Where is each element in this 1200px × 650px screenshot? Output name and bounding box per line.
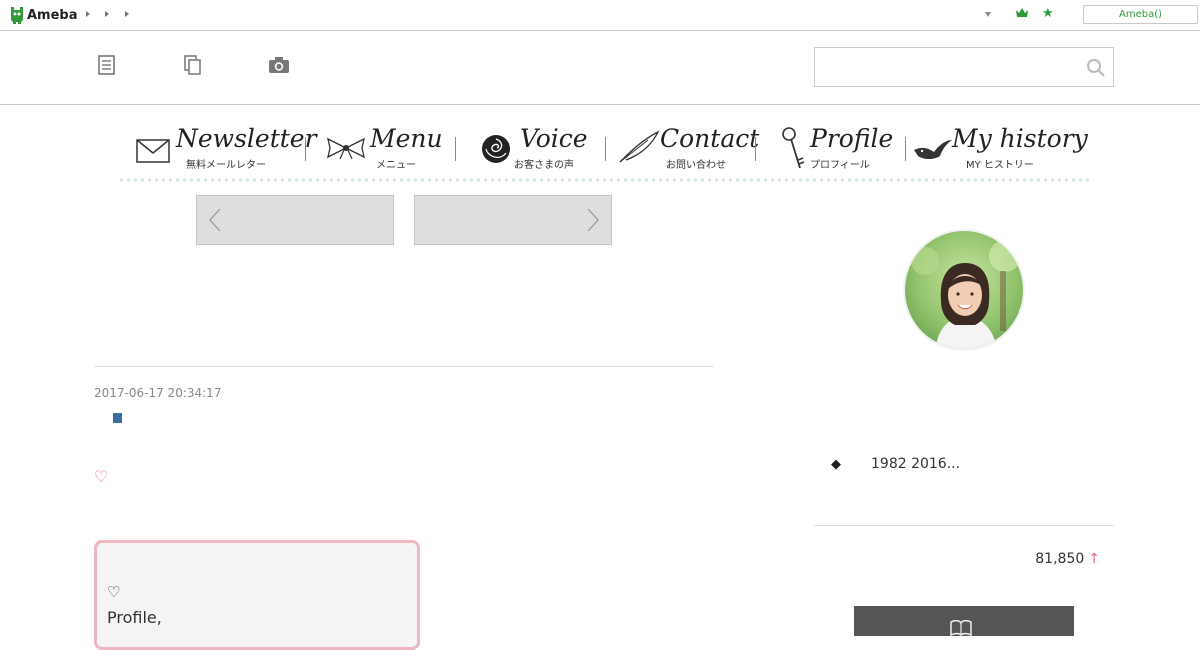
ameba-account-button[interactable]: Ameba() [1083,5,1198,24]
entry-date: 2017-06-17 20:34:17 [94,386,222,400]
profile-box-heart: ♡ [107,583,121,601]
ribbon-icon [327,137,365,160]
heart-text: ♡ [94,467,109,486]
profile-box: ♡ Profile, [94,540,420,650]
nav-title: Newsletter [176,124,317,153]
feather-icon [619,130,660,163]
star-icon[interactable]: ★ [1042,6,1054,21]
nav-separator [605,137,606,161]
nav-title: Menu [370,124,443,153]
top-bar: Ameba ★ Ameba() [0,0,1200,31]
nav-item-menu[interactable]: Menu メニュー [324,122,454,174]
nav-item-voice[interactable]: Voice お客さまの声 [478,122,608,174]
search-icon[interactable] [1086,58,1105,77]
search-input[interactable] [814,47,1114,87]
nav-separator [905,137,906,161]
nav-item-newsletter[interactable]: Newsletter 無料メールレター [134,122,317,174]
article-list-icon[interactable] [98,55,115,75]
follower-count-value: 81,850 [1035,551,1085,567]
key-icon [782,127,805,169]
nav-subtitle: 無料メールレター [186,160,266,171]
ameba-logo[interactable]: Ameba [10,5,78,25]
nav-title: Voice [520,124,588,153]
blog-header [0,31,1200,105]
crown-icon[interactable] [1016,8,1028,18]
up-arrow-icon: ↑ [1088,551,1100,567]
nav-dotted-divider [118,178,1091,182]
nav-subtitle: MY ヒストリー [966,160,1034,171]
nav-item-my-history[interactable]: My history MY ヒストリー [912,122,1092,174]
breadcrumb-arrow-icon[interactable] [105,11,109,17]
chevron-left-icon [209,208,221,232]
book-icon [950,620,972,636]
nav-subtitle: メニュー [376,160,416,171]
follower-count: 81,850 ↑ [1035,551,1100,567]
sidebar-divider [814,525,1114,526]
chevron-right-icon [587,208,599,232]
pages-icon[interactable] [184,55,202,75]
nav-title: Profile [810,124,894,153]
nav-item-profile[interactable]: Profile プロフィール [780,122,900,174]
nav-item-contact[interactable]: Contact お問い合わせ [616,122,760,174]
avatar[interactable] [903,229,1025,351]
nav-separator [755,137,756,161]
profile-photo [905,231,1023,349]
nav-separator [305,137,306,161]
profile-intro-text: 1982 2016... [871,456,961,472]
envelope-icon [136,139,170,163]
blue-square-bullet [113,413,122,423]
next-entry-button[interactable] [414,195,612,245]
dropdown-caret-icon[interactable] [985,12,991,17]
profile-box-text: Profile, [107,608,162,627]
blog-nav-menu: Newsletter 無料メールレター Menu メニュー Voice お客さま… [116,122,1091,184]
breadcrumb-arrow-icon[interactable] [86,11,90,17]
ameba-mascot-icon [11,7,23,24]
previous-entry-button[interactable] [196,195,394,245]
logo-text: Ameba [27,7,78,23]
camera-icon[interactable] [268,57,290,74]
diamond-bullet: ◆ [831,457,841,472]
entry-divider [94,366,714,367]
rose-icon [482,135,510,163]
nav-title: Contact [660,124,760,153]
reader-button[interactable] [854,606,1074,636]
nav-subtitle: プロフィール [810,160,870,171]
breadcrumb-arrow-icon[interactable] [125,11,129,17]
bird-icon [914,140,952,159]
nav-separator [455,137,456,161]
nav-subtitle: お客さまの声 [514,160,574,171]
nav-title: My history [952,124,1088,153]
nav-subtitle: お問い合わせ [666,160,726,171]
